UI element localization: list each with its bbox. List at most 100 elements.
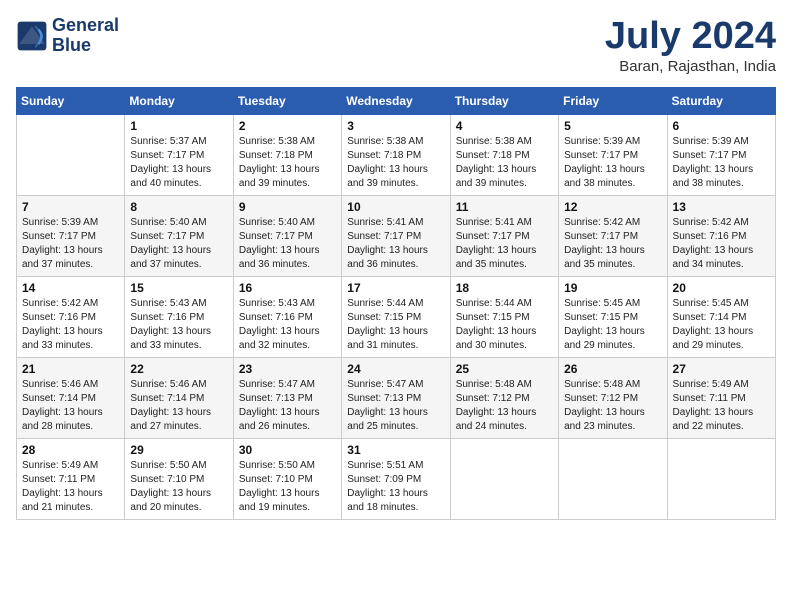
calendar-header-cell: Saturday — [667, 87, 775, 114]
calendar-cell: 23 Sunrise: 5:47 AMSunset: 7:13 PMDayligh… — [233, 357, 341, 438]
calendar-cell: 9Sunrise: 5:40 AMSunset: 7:17 PMDaylight… — [233, 195, 341, 276]
page-header: General Blue July 2024 Baran, Rajasthan,… — [16, 16, 776, 75]
title-block: July 2024 Baran, Rajasthan, India — [605, 16, 776, 75]
calendar-body: 1 Sunrise: 5:37 AMSunset: 7:17 PMDaylight… — [17, 114, 776, 519]
logo: General Blue — [16, 16, 119, 56]
day-info: Sunrise: 5:44 AMSunset: 7:15 PMDaylight:… — [347, 297, 444, 353]
day-number: 20 — [673, 281, 770, 295]
calendar-header-cell: Thursday — [450, 87, 558, 114]
day-info: Sunrise: 5:42 AMSunset: 7:16 PMDaylight:… — [673, 216, 770, 272]
calendar-cell: 26 Sunrise: 5:48 AMSunset: 7:12 PMDayligh… — [559, 357, 667, 438]
calendar-cell: 17 Sunrise: 5:44 AMSunset: 7:15 PMDayligh… — [342, 276, 450, 357]
calendar-cell: 11 Sunrise: 5:41 AMSunset: 7:17 PMDayligh… — [450, 195, 558, 276]
day-number: 15 — [130, 281, 227, 295]
calendar-header-cell: Wednesday — [342, 87, 450, 114]
calendar-cell: 27 Sunrise: 5:49 AMSunset: 7:11 PMDayligh… — [667, 357, 775, 438]
day-info: Sunrise: 5:50 AMSunset: 7:10 PMDaylight:… — [130, 459, 227, 515]
day-number: 14 — [22, 281, 119, 295]
calendar-header-cell: Tuesday — [233, 87, 341, 114]
calendar-week-row: 14 Sunrise: 5:42 AMSunset: 7:16 PMDayligh… — [17, 276, 776, 357]
day-number: 27 — [673, 362, 770, 376]
day-number: 16 — [239, 281, 336, 295]
day-info: Sunrise: 5:47 AMSunset: 7:13 PMDaylight:… — [347, 378, 444, 434]
calendar-cell: 2 Sunrise: 5:38 AMSunset: 7:18 PMDaylight… — [233, 114, 341, 195]
day-number: 12 — [564, 200, 661, 214]
calendar-cell — [559, 438, 667, 519]
day-info: Sunrise: 5:41 AMSunset: 7:17 PMDaylight:… — [456, 216, 553, 272]
calendar-cell: 31 Sunrise: 5:51 AMSunset: 7:09 PMDayligh… — [342, 438, 450, 519]
calendar-cell: 1 Sunrise: 5:37 AMSunset: 7:17 PMDaylight… — [125, 114, 233, 195]
day-info: Sunrise: 5:38 AMSunset: 7:18 PMDaylight:… — [347, 135, 444, 191]
calendar-cell: 8Sunrise: 5:40 AMSunset: 7:17 PMDaylight… — [125, 195, 233, 276]
day-number: 7 — [22, 200, 119, 214]
day-info: Sunrise: 5:49 AMSunset: 7:11 PMDaylight:… — [673, 378, 770, 434]
calendar-week-row: 1 Sunrise: 5:37 AMSunset: 7:17 PMDaylight… — [17, 114, 776, 195]
day-number: 17 — [347, 281, 444, 295]
day-number: 23 — [239, 362, 336, 376]
day-info: Sunrise: 5:49 AMSunset: 7:11 PMDaylight:… — [22, 459, 119, 515]
calendar-cell: 21 Sunrise: 5:46 AMSunset: 7:14 PMDayligh… — [17, 357, 125, 438]
day-number: 1 — [130, 119, 227, 133]
day-info: Sunrise: 5:47 AMSunset: 7:13 PMDaylight:… — [239, 378, 336, 434]
day-number: 10 — [347, 200, 444, 214]
day-info: Sunrise: 5:45 AMSunset: 7:15 PMDaylight:… — [564, 297, 661, 353]
calendar-cell: 10 Sunrise: 5:41 AMSunset: 7:17 PMDayligh… — [342, 195, 450, 276]
day-info: Sunrise: 5:50 AMSunset: 7:10 PMDaylight:… — [239, 459, 336, 515]
location: Baran, Rajasthan, India — [605, 58, 776, 75]
calendar-cell — [450, 438, 558, 519]
day-number: 4 — [456, 119, 553, 133]
calendar-cell: 3Sunrise: 5:38 AMSunset: 7:18 PMDaylight… — [342, 114, 450, 195]
day-info: Sunrise: 5:39 AMSunset: 7:17 PMDaylight:… — [22, 216, 119, 272]
calendar-cell: 18Sunrise: 5:44 AMSunset: 7:15 PMDayligh… — [450, 276, 558, 357]
day-info: Sunrise: 5:46 AMSunset: 7:14 PMDaylight:… — [22, 378, 119, 434]
day-number: 11 — [456, 200, 553, 214]
calendar-cell: 13Sunrise: 5:42 AMSunset: 7:16 PMDayligh… — [667, 195, 775, 276]
calendar-cell — [17, 114, 125, 195]
day-number: 19 — [564, 281, 661, 295]
day-info: Sunrise: 5:43 AMSunset: 7:16 PMDaylight:… — [239, 297, 336, 353]
day-number: 9 — [239, 200, 336, 214]
day-info: Sunrise: 5:37 AMSunset: 7:17 PMDaylight:… — [130, 135, 227, 191]
day-info: Sunrise: 5:48 AMSunset: 7:12 PMDaylight:… — [564, 378, 661, 434]
day-number: 2 — [239, 119, 336, 133]
day-number: 26 — [564, 362, 661, 376]
day-info: Sunrise: 5:42 AMSunset: 7:16 PMDaylight:… — [22, 297, 119, 353]
day-number: 30 — [239, 443, 336, 457]
month-title: July 2024 — [605, 16, 776, 58]
calendar-week-row: 21 Sunrise: 5:46 AMSunset: 7:14 PMDayligh… — [17, 357, 776, 438]
calendar-cell: 15 Sunrise: 5:43 AMSunset: 7:16 PMDayligh… — [125, 276, 233, 357]
day-info: Sunrise: 5:45 AMSunset: 7:14 PMDaylight:… — [673, 297, 770, 353]
calendar-cell: 20 Sunrise: 5:45 AMSunset: 7:14 PMDayligh… — [667, 276, 775, 357]
calendar-cell: 6 Sunrise: 5:39 AMSunset: 7:17 PMDaylight… — [667, 114, 775, 195]
day-info: Sunrise: 5:48 AMSunset: 7:12 PMDaylight:… — [456, 378, 553, 434]
calendar-week-row: 7 Sunrise: 5:39 AMSunset: 7:17 PMDaylight… — [17, 195, 776, 276]
day-number: 5 — [564, 119, 661, 133]
day-number: 6 — [673, 119, 770, 133]
day-info: Sunrise: 5:43 AMSunset: 7:16 PMDaylight:… — [130, 297, 227, 353]
calendar-cell: 5Sunrise: 5:39 AMSunset: 7:17 PMDaylight… — [559, 114, 667, 195]
calendar-cell: 12 Sunrise: 5:42 AMSunset: 7:17 PMDayligh… — [559, 195, 667, 276]
logo-icon — [16, 20, 48, 52]
calendar-cell: 4 Sunrise: 5:38 AMSunset: 7:18 PMDaylight… — [450, 114, 558, 195]
calendar-cell: 22Sunrise: 5:46 AMSunset: 7:14 PMDayligh… — [125, 357, 233, 438]
calendar-header-cell: Monday — [125, 87, 233, 114]
calendar-cell — [667, 438, 775, 519]
day-info: Sunrise: 5:51 AMSunset: 7:09 PMDaylight:… — [347, 459, 444, 515]
day-info: Sunrise: 5:44 AMSunset: 7:15 PMDaylight:… — [456, 297, 553, 353]
day-info: Sunrise: 5:39 AMSunset: 7:17 PMDaylight:… — [673, 135, 770, 191]
calendar-cell: 16 Sunrise: 5:43 AMSunset: 7:16 PMDayligh… — [233, 276, 341, 357]
day-info: Sunrise: 5:41 AMSunset: 7:17 PMDaylight:… — [347, 216, 444, 272]
day-info: Sunrise: 5:38 AMSunset: 7:18 PMDaylight:… — [239, 135, 336, 191]
calendar-cell: 14 Sunrise: 5:42 AMSunset: 7:16 PMDayligh… — [17, 276, 125, 357]
calendar-header-row: SundayMondayTuesdayWednesdayThursdayFrid… — [17, 87, 776, 114]
calendar-cell: 7 Sunrise: 5:39 AMSunset: 7:17 PMDaylight… — [17, 195, 125, 276]
day-info: Sunrise: 5:42 AMSunset: 7:17 PMDaylight:… — [564, 216, 661, 272]
day-number: 21 — [22, 362, 119, 376]
day-number: 29 — [130, 443, 227, 457]
day-info: Sunrise: 5:38 AMSunset: 7:18 PMDaylight:… — [456, 135, 553, 191]
day-number: 31 — [347, 443, 444, 457]
day-number: 8 — [130, 200, 227, 214]
calendar-header-cell: Sunday — [17, 87, 125, 114]
calendar-cell: 29 Sunrise: 5:50 AMSunset: 7:10 PMDayligh… — [125, 438, 233, 519]
day-number: 25 — [456, 362, 553, 376]
